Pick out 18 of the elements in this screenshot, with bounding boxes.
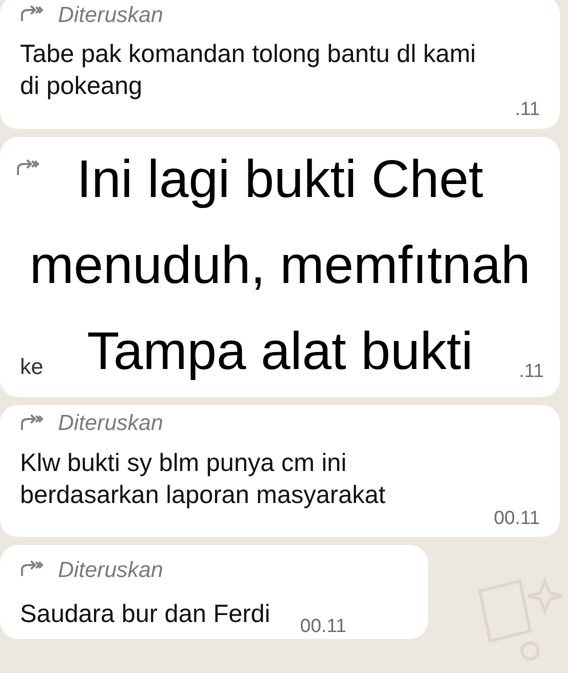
forward-icon: [20, 560, 44, 578]
forwarded-label: Diteruskan: [58, 0, 164, 28]
message-text: Tabe pak komandan tolong bantu dl kami di pokeang: [20, 39, 477, 102]
message-text: Saudara bur dan Ferdi: [20, 599, 270, 630]
message-time: .11: [514, 98, 540, 122]
forwarded-label: Diteruskan: [58, 556, 164, 584]
caption-text: Tampa alat bukti: [87, 320, 473, 382]
caption-text: Ini lagi bukti Chet: [76, 148, 484, 210]
forward-icon: [20, 414, 44, 432]
message-text: ke: [20, 352, 44, 380]
forwarded-label: Diteruskan: [58, 409, 164, 437]
forward-icon: [16, 158, 40, 176]
message-time: .11: [518, 360, 544, 384]
message-time: 00.11: [494, 506, 540, 530]
message-time: 00.11: [300, 614, 346, 638]
caption-text: menuduh, memfıtnah: [30, 234, 530, 296]
forward-icon: [20, 5, 44, 23]
message-text: Klw bukti sy blm punya cm ini berdasarkan laporan masyarakat: [20, 448, 386, 510]
